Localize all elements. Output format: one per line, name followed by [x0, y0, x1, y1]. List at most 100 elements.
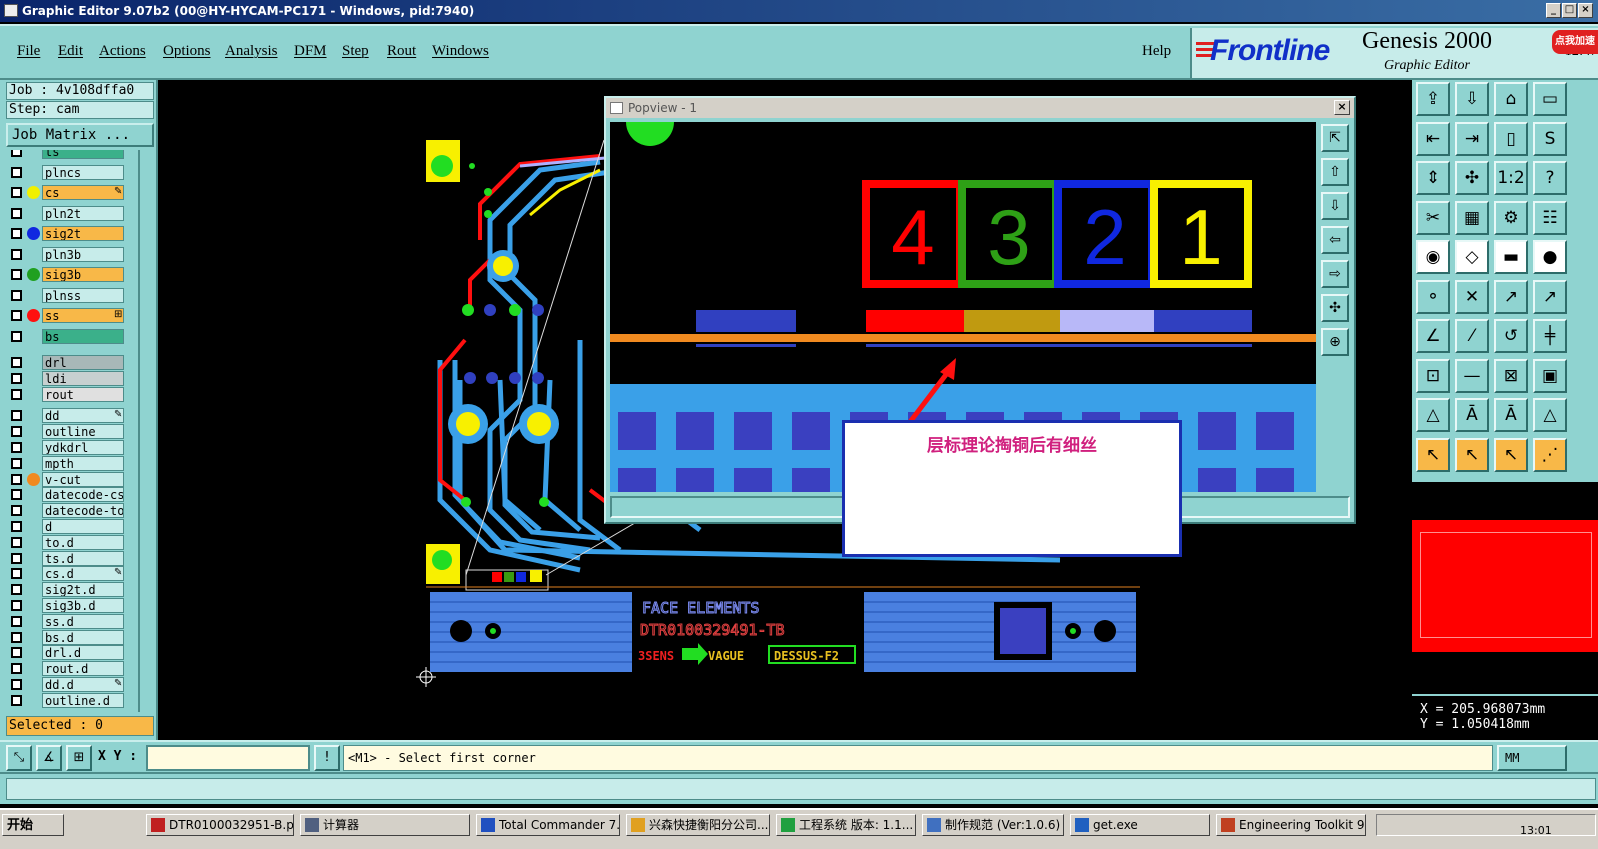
menu-edit[interactable]: Edit [58, 43, 83, 60]
tool-button[interactable]: Ā [1494, 398, 1528, 432]
tool-button[interactable]: ↗ [1494, 279, 1528, 314]
layer-row[interactable]: dd.d ✎ [6, 677, 136, 692]
tool-button[interactable]: ∠ [1416, 319, 1450, 353]
layer-name[interactable]: sig2t [42, 226, 124, 241]
taskbar-item[interactable]: get.exe [1070, 814, 1210, 836]
layer-name[interactable]: to.d [42, 534, 124, 550]
tool-button[interactable]: ⚬ [1416, 279, 1450, 314]
tool-button[interactable]: ▬ [1494, 240, 1528, 274]
layer-name[interactable]: bs [42, 328, 124, 344]
tool-button[interactable]: ▦ [1455, 200, 1489, 235]
exclamation-button[interactable]: ! [314, 745, 340, 771]
tool-button[interactable]: ⊡ [1416, 358, 1450, 393]
layer-row[interactable]: pln3b [6, 246, 136, 262]
layer-checkbox[interactable] [11, 289, 22, 301]
tool-button[interactable]: ↖ [1494, 437, 1528, 472]
tool-button[interactable]: ↖ [1416, 437, 1450, 472]
layer-row[interactable]: datecode-cs [6, 487, 136, 503]
tool-button[interactable]: ⚙ [1494, 200, 1528, 235]
layer-checkbox[interactable] [11, 187, 22, 198]
layer-row[interactable]: plnss [6, 287, 136, 303]
tool-button[interactable]: ↗ [1533, 279, 1567, 314]
layer-checkbox[interactable] [11, 150, 22, 157]
menu-step[interactable]: Step [342, 43, 369, 60]
layer-checkbox[interactable] [11, 372, 22, 384]
menu-actions[interactable]: Actions [99, 43, 146, 60]
layer-checkbox[interactable] [11, 269, 22, 280]
layer-row[interactable]: to.d [6, 534, 136, 550]
tool-button[interactable]: ⇩ [1455, 82, 1489, 116]
layer-checkbox[interactable] [11, 473, 22, 485]
layer-name[interactable]: rout.d [42, 661, 124, 677]
layer-name[interactable]: mpth [42, 455, 124, 471]
layer-checkbox[interactable] [11, 410, 22, 422]
layer-checkbox[interactable] [11, 442, 22, 453]
layer-name[interactable]: cs.d [42, 566, 124, 582]
popview-title-bar[interactable]: Popview - 1 [606, 98, 1354, 118]
layer-row[interactable]: ss.d [6, 613, 136, 629]
layer-row[interactable]: mpth [6, 455, 136, 471]
tool-button[interactable]: Ā [1455, 398, 1489, 432]
layer-name[interactable]: cs [42, 185, 124, 200]
layer-name[interactable]: sig3b [42, 267, 124, 282]
layer-row[interactable]: sig2t.d [6, 582, 136, 598]
layer-row[interactable]: v-cut [6, 471, 136, 487]
tool-button[interactable]: ⁄ [1455, 319, 1489, 353]
tool-button[interactable]: ↖ [1455, 437, 1489, 472]
layer-row[interactable]: sig3b [6, 267, 136, 282]
menu-file[interactable]: File [17, 43, 40, 60]
layer-row[interactable]: ydkdrl [6, 440, 136, 455]
layer-checkbox[interactable] [11, 600, 22, 611]
tool-button[interactable]: △ [1533, 398, 1567, 432]
xy-input[interactable] [146, 745, 310, 771]
layer-checkbox[interactable] [11, 505, 22, 517]
layer-name[interactable]: plnss [42, 287, 124, 303]
menu-rout[interactable]: Rout [387, 43, 416, 60]
layer-checkbox[interactable] [11, 552, 22, 564]
taskbar-item[interactable]: 工程系统 版本: 1.1... [776, 814, 916, 836]
tool-button[interactable]: — [1455, 358, 1489, 393]
layer-name[interactable]: v-cut [42, 471, 124, 487]
minimize-button[interactable]: _ [1546, 3, 1561, 18]
layer-name[interactable]: pln2t [42, 205, 124, 221]
taskbar-item[interactable]: Engineering Toolkit 9.... [1216, 814, 1366, 836]
taskbar-item[interactable]: 制作规范 (Ver:1.0.6) [922, 814, 1064, 836]
layer-name[interactable]: outline.d [42, 692, 124, 708]
popview-tool-button[interactable]: ⇧ [1321, 158, 1349, 186]
tool-button[interactable]: 1:2 [1494, 161, 1528, 195]
layer-name[interactable]: ss [42, 308, 124, 323]
layer-name[interactable]: ts [42, 150, 124, 159]
layer-row[interactable]: ldi [6, 370, 136, 386]
layer-name[interactable]: outline [42, 424, 124, 440]
tool-button[interactable]: ✂ [1416, 200, 1450, 235]
layer-name[interactable]: drl.d [42, 645, 124, 661]
layer-checkbox[interactable] [11, 426, 22, 438]
layer-checkbox[interactable] [11, 457, 22, 469]
tool-button[interactable]: ▯ [1494, 121, 1528, 156]
start-button[interactable]: 开始 [2, 814, 64, 836]
layer-name[interactable]: plncs [42, 164, 124, 180]
layer-name[interactable]: sig3b.d [42, 598, 124, 613]
layer-row[interactable]: ss ⊞ [6, 308, 136, 323]
layer-row[interactable]: outline.d [6, 692, 136, 708]
layer-name[interactable]: ydkdrl [42, 440, 124, 455]
layer-row[interactable]: rout.d [6, 661, 136, 677]
tool-button[interactable]: ⇤ [1416, 121, 1450, 156]
layer-checkbox[interactable] [11, 310, 22, 321]
layer-row[interactable]: sig3b.d [6, 598, 136, 613]
layer-name[interactable]: pln3b [42, 246, 124, 262]
layer-list-scrollbar[interactable] [138, 150, 152, 712]
layer-checkbox[interactable] [11, 584, 22, 596]
layer-checkbox[interactable] [11, 228, 22, 239]
menu-analysis[interactable]: Analysis [225, 43, 278, 60]
taskbar-item[interactable]: 兴森快捷衡阳分公司... [626, 814, 770, 836]
popview-close-button[interactable]: × [1334, 100, 1350, 115]
layer-checkbox[interactable] [11, 330, 22, 342]
grid-button[interactable]: ⊞ [66, 745, 92, 771]
menu-dfm[interactable]: DFM [294, 43, 327, 60]
tool-button[interactable]: ● [1533, 240, 1567, 274]
layer-name[interactable]: dd [42, 408, 124, 424]
layer-checkbox[interactable] [11, 248, 22, 260]
layer-name[interactable]: sig2t.d [42, 582, 124, 598]
angle-mode-button[interactable]: ∡ [36, 745, 62, 771]
